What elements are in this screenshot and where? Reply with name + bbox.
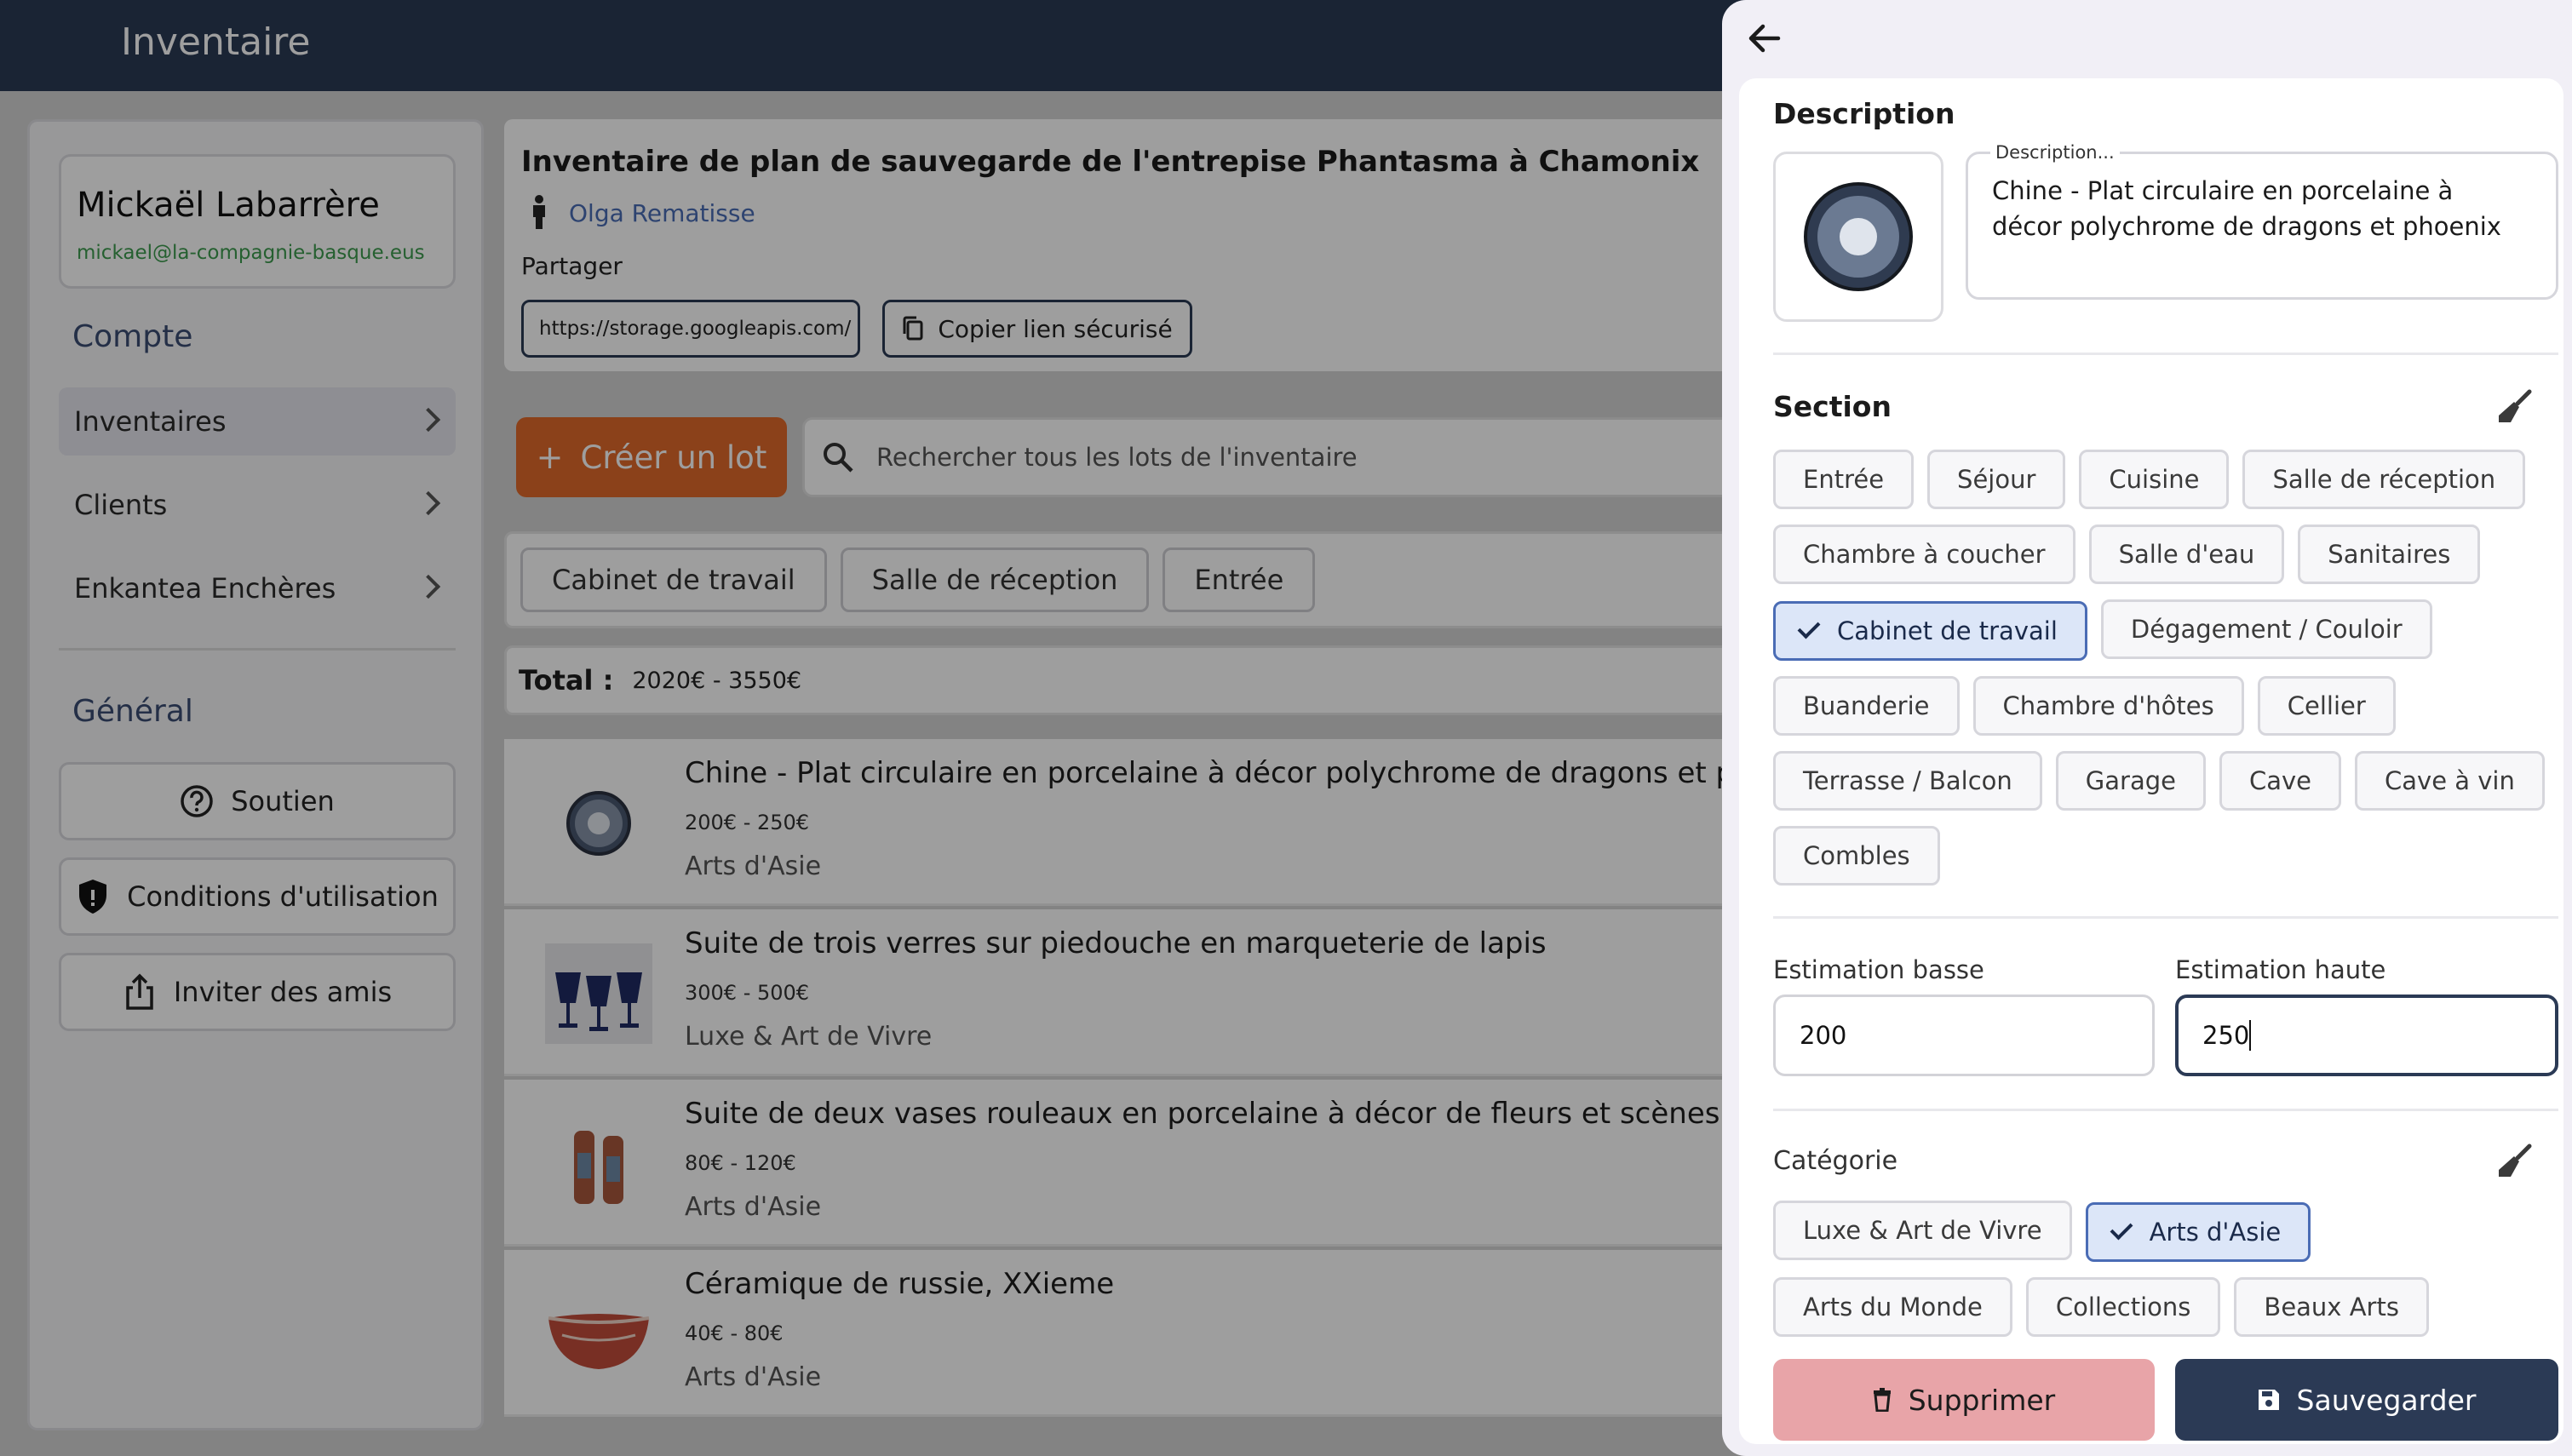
lot-photo [1804,182,1913,291]
section-tag-label: Cave à vin [2385,766,2515,795]
section-tag-label: Buanderie [1803,691,1930,720]
estimate-high-label: Estimation haute [2175,955,2386,984]
delete-button[interactable]: Supprimer [1773,1359,2155,1441]
section-heading: Section [1773,390,1892,423]
section-tag-label: Cuisine [2109,465,2200,494]
trash-icon [1873,1388,1891,1412]
drawer-card: Description Description... Chine - Plat … [1739,78,2563,1444]
section-tag[interactable]: Sanitaires [2298,525,2481,584]
section-tag-label: Salle de réception [2272,465,2496,494]
section-tag[interactable]: Cellier [2257,676,2396,736]
check-icon [2110,1217,2133,1241]
section-tag[interactable]: Chambre à coucher [1773,525,2075,584]
edit-lot-drawer: Description Description... Chine - Plat … [1722,0,2572,1456]
section-tag-label: Cave [2248,766,2312,795]
section-tag-label: Entrée [1803,465,1885,494]
section-tag-list: Entrée Séjour Cuisine Salle de réception Cha… [1773,450,2572,901]
category-tag-list: Luxe & Art de Vivre Arts d'Asie Arts du Mo… [1773,1201,2572,1352]
estimate-high-input[interactable]: 250 [2175,995,2558,1076]
section-tag-label: Séjour [1957,465,2036,494]
back-arrow-icon[interactable] [1748,22,1782,54]
section-tag-label: Garage [2085,766,2176,795]
check-icon [1797,616,1821,639]
section-tag[interactable]: Salle d'eau [2088,525,2285,584]
section-tag[interactable]: Buanderie [1773,676,1960,736]
section-tag-label: Salle d'eau [2118,540,2255,569]
section-tag-label: Sanitaires [2328,540,2451,569]
category-tag-label: Arts du Monde [1803,1293,1983,1321]
category-tag-label: Arts d'Asie [2149,1218,2282,1247]
category-tag[interactable]: Luxe & Art de Vivre [1773,1201,2072,1260]
category-heading: Catégorie [1773,1146,1898,1176]
section-tag[interactable]: Cuisine [2079,450,2230,509]
text-cursor [2249,1020,2252,1051]
delete-label: Supprimer [1908,1383,2056,1417]
section-tag-label: Cellier [2287,691,2366,720]
section-tag[interactable]: Salle de réception [2242,450,2526,509]
section-tag-label: Combles [1803,841,1910,870]
drawer-divider [1773,353,2558,355]
description-field[interactable]: Description... Chine - Plat circulaire e… [1966,142,2558,300]
estimate-high-value: 250 [2202,1021,2250,1050]
clear-broom-icon[interactable] [2495,388,2533,426]
section-tag[interactable]: Terrasse / Balcon [1773,751,2042,811]
section-tag-label: Cabinet de travail [1837,616,2058,645]
category-tag[interactable]: Arts d'Asie [2085,1202,2311,1262]
category-tag[interactable]: Beaux Arts [2234,1277,2429,1337]
section-tag[interactable]: Séjour [1927,450,2066,509]
section-tag[interactable]: Cabinet de travail [1773,601,2087,661]
description-heading: Description [1773,97,1955,130]
section-tag-label: Dégagement / Couloir [2130,615,2403,644]
category-tag[interactable]: Collections [2025,1277,2221,1337]
section-tag-label: Chambre d'hôtes [2002,691,2214,720]
description-field-label: Description... [1990,142,2120,163]
lot-image[interactable] [1773,152,1943,322]
description-value: Chine - Plat circulaire en porcelaine à … [1992,176,2501,241]
section-tag-label: Chambre à coucher [1803,540,2046,569]
section-tag[interactable]: Dégagement / Couloir [2100,599,2432,659]
estimate-low-label: Estimation basse [1773,955,1984,984]
category-tag[interactable]: Arts du Monde [1773,1277,2012,1337]
clear-broom-icon[interactable] [2495,1143,2533,1180]
floppy-disk-icon [2258,1390,2279,1410]
section-tag[interactable]: Combles [1773,826,1940,886]
category-tag-label: Collections [2055,1293,2191,1321]
section-tag-label: Terrasse / Balcon [1803,766,2012,795]
section-tag[interactable]: Entrée [1773,450,1915,509]
category-tag-label: Beaux Arts [2264,1293,2399,1321]
drawer-divider [1773,1109,2558,1111]
section-tag[interactable]: Cave à vin [2355,751,2545,811]
section-tag[interactable]: Cave [2219,751,2342,811]
drawer-divider [1773,916,2558,919]
category-tag-label: Luxe & Art de Vivre [1803,1216,2042,1245]
estimate-low-input[interactable]: 200 [1773,995,2155,1076]
save-button[interactable]: Sauvegarder [2175,1359,2558,1441]
section-tag[interactable]: Garage [2055,751,2206,811]
save-label: Sauvegarder [2296,1383,2477,1417]
section-tag[interactable]: Chambre d'hôtes [1972,676,2244,736]
